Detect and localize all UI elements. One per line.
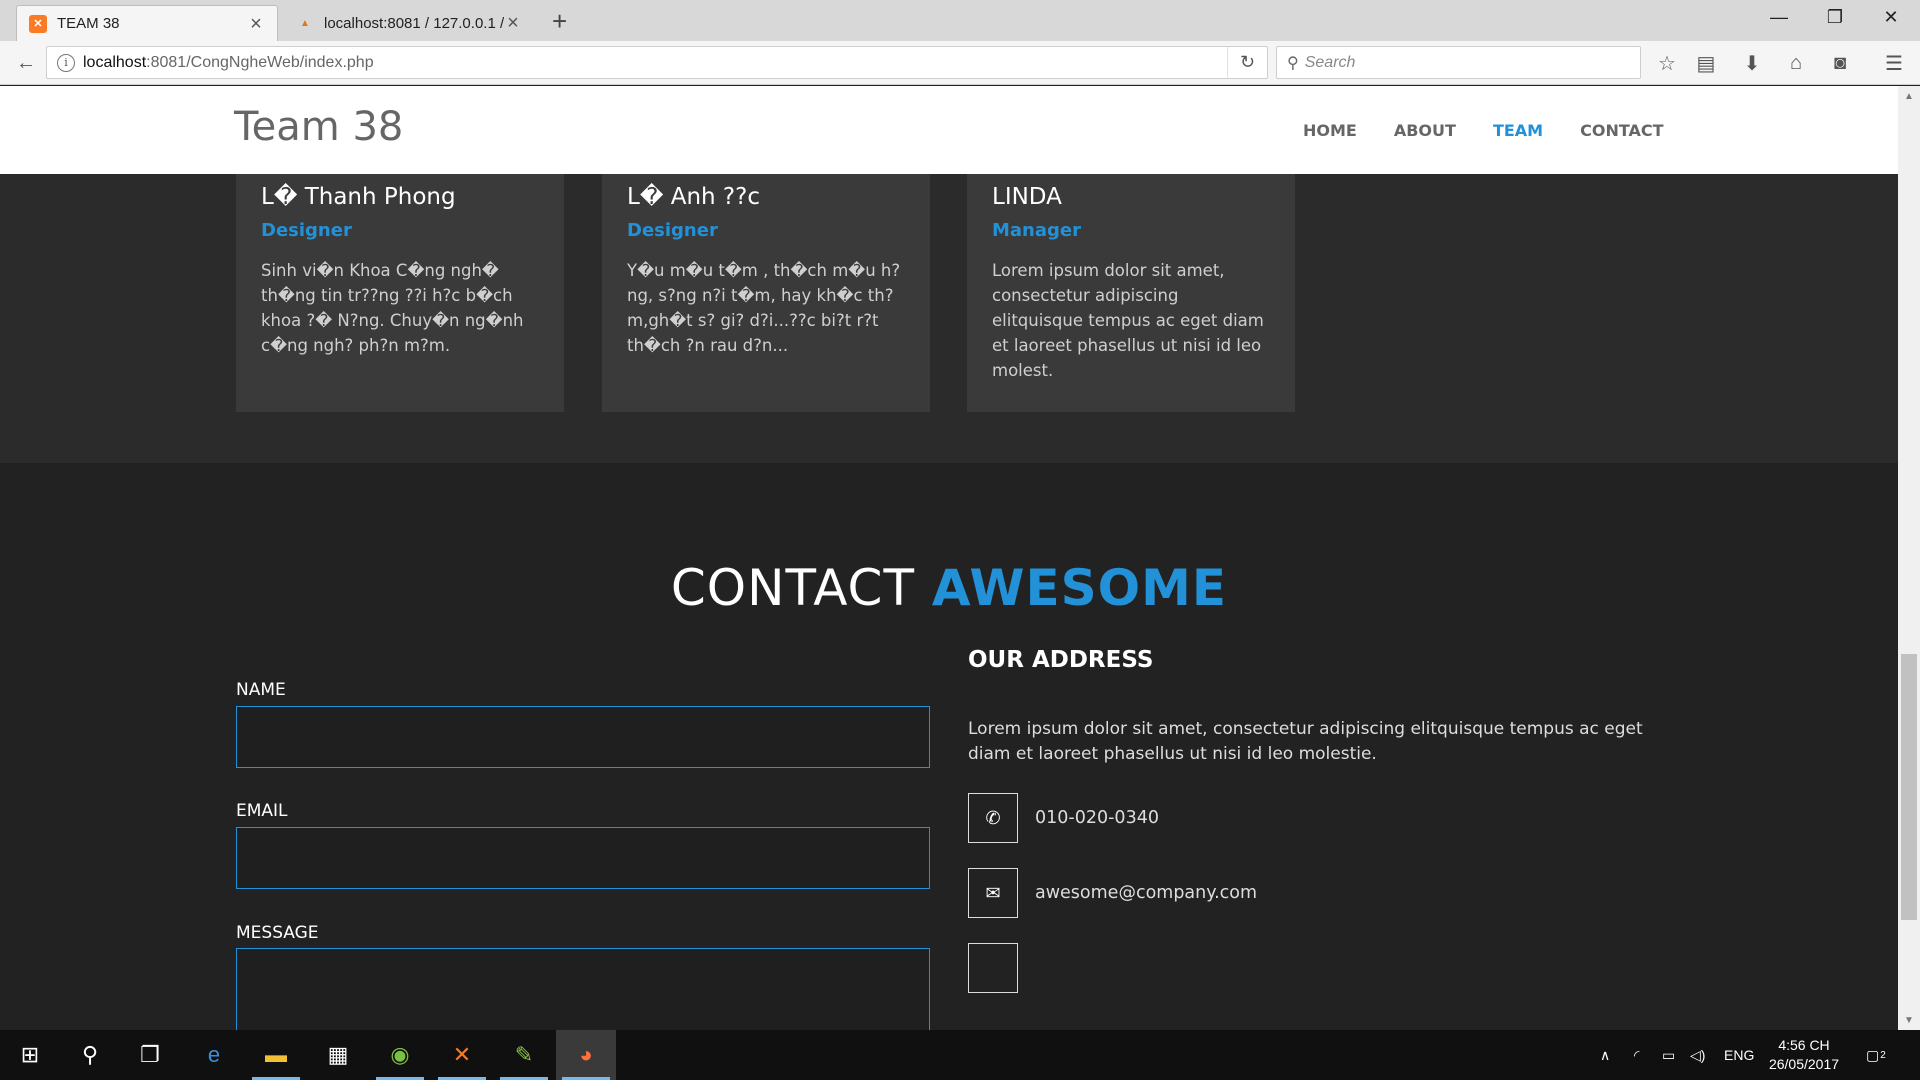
file-explorer-icon[interactable]: ▬ xyxy=(246,1030,306,1080)
minimize-button[interactable]: — xyxy=(1756,0,1802,34)
site-header: Team 38 HOME ABOUT TEAM CONTACT xyxy=(0,86,1898,174)
member-role: Manager xyxy=(992,220,1081,241)
windows-taskbar: ⊞ ⚲ ❐ e ▬ ▦ ◉ ✕ ✎ ◕ ∧ ◜ ▭ ◁) ENG 4:56 CH… xyxy=(0,1030,1920,1080)
address-title: OUR ADDRESS xyxy=(968,647,1154,673)
map-marker-icon xyxy=(968,943,1018,993)
clock-date: 26/05/2017 xyxy=(1768,1056,1840,1072)
pocket-icon[interactable]: ◙ xyxy=(1824,48,1856,78)
coccoc-icon[interactable]: ◉ xyxy=(370,1030,430,1080)
menu-item-contact[interactable]: CONTACT xyxy=(1580,121,1663,140)
phone-row: ✆ 010-020-0340 xyxy=(968,793,1159,843)
bookmark-star-icon[interactable]: ☆ xyxy=(1651,48,1683,78)
message-label: MESSAGE xyxy=(236,923,319,943)
search-input[interactable]: ⚲ Search xyxy=(1276,46,1641,79)
home-icon[interactable]: ⌂ xyxy=(1780,48,1812,78)
member-name: LINDA xyxy=(992,184,1062,210)
task-view-icon[interactable]: ❐ xyxy=(120,1030,180,1080)
notepad-plus-icon[interactable]: ✎ xyxy=(494,1030,554,1080)
search-icon: ⚲ xyxy=(1287,54,1299,72)
firefox-icon[interactable]: ◕ xyxy=(556,1030,616,1080)
reload-icon[interactable]: ↻ xyxy=(1227,47,1267,78)
close-window-button[interactable]: ✕ xyxy=(1868,0,1914,34)
site-brand[interactable]: Team 38 xyxy=(234,104,403,150)
web-page: Team 38 HOME ABOUT TEAM CONTACT L� Thanh… xyxy=(0,86,1898,1030)
system-clock[interactable]: 4:56 CH 26/05/2017 xyxy=(1758,1036,1850,1074)
member-description: Lorem ipsum dolor sit amet, consectetur … xyxy=(992,261,1264,380)
contact-section: CONTACT AWESOME NAME EMAIL MESSAGE OUR A… xyxy=(0,463,1898,1030)
name-label: NAME xyxy=(236,680,286,700)
email-address: awesome@company.com xyxy=(1035,883,1258,903)
show-hidden-icons[interactable]: ∧ xyxy=(1600,1030,1610,1080)
team-section: L� Thanh Phong Designer Sinh vi�n Khoa C… xyxy=(0,174,1898,463)
scrollbar-thumb[interactable] xyxy=(1901,654,1917,920)
battery-icon[interactable]: ▭ xyxy=(1662,1030,1675,1080)
email-label: EMAIL xyxy=(236,801,288,821)
network-icon[interactable]: ◜ xyxy=(1634,1030,1639,1080)
url-host: localhost xyxy=(83,53,147,71)
search-icon[interactable]: ⚲ xyxy=(60,1030,120,1080)
contact-title-main: CONTACT xyxy=(670,559,915,617)
member-name: L� Thanh Phong xyxy=(261,184,456,210)
page-scrollbar[interactable]: ▲ ▼ xyxy=(1898,86,1920,1030)
restore-button[interactable]: ❐ xyxy=(1812,0,1858,34)
phpmyadmin-icon: ▲ xyxy=(300,17,310,29)
phone-icon: ✆ xyxy=(968,793,1018,843)
location-row xyxy=(968,943,1018,993)
notification-count: 2 xyxy=(1880,1049,1886,1061)
name-field[interactable] xyxy=(236,706,930,768)
site-menu: HOME ABOUT TEAM CONTACT xyxy=(1266,121,1664,140)
action-center-icon[interactable]: ▢ 2 xyxy=(1866,1030,1886,1080)
menu-hamburger-icon[interactable]: ☰ xyxy=(1878,48,1910,78)
scroll-down-icon[interactable]: ▼ xyxy=(1898,1010,1920,1030)
member-name: L� Anh ??c xyxy=(627,184,760,210)
contact-title: CONTACT AWESOME xyxy=(0,559,1898,617)
member-role: Designer xyxy=(627,220,718,241)
url-path: :8081/CongNgheWeb/index.php xyxy=(146,53,374,71)
phone-number: 010-020-0340 xyxy=(1035,808,1159,828)
tab-title: TEAM 38 xyxy=(57,15,120,32)
member-role: Designer xyxy=(261,220,352,241)
back-arrow-icon[interactable]: ← xyxy=(10,48,42,78)
tab-team-38[interactable]: ✕ TEAM 38 × xyxy=(16,5,278,41)
message-field[interactable] xyxy=(236,948,930,1030)
store-icon[interactable]: ▦ xyxy=(308,1030,368,1080)
close-tab-icon[interactable]: × xyxy=(504,13,522,33)
close-tab-icon[interactable]: × xyxy=(247,14,265,34)
team-card: L� Anh ??c Designer Y�u m�u t�m , th�ch … xyxy=(602,174,930,412)
email-field[interactable] xyxy=(236,827,930,889)
tab-phpmyadmin[interactable]: ▲ localhost:8081 / 127.0.0.1 / c × xyxy=(284,5,534,41)
search-placeholder: Search xyxy=(1304,53,1356,71)
contact-title-highlight: AWESOME xyxy=(931,559,1228,617)
windows-start-icon[interactable]: ⊞ xyxy=(0,1030,60,1080)
downloads-icon[interactable]: ⬇ xyxy=(1736,48,1768,78)
library-icon[interactable]: ▤ xyxy=(1690,48,1722,78)
scroll-up-icon[interactable]: ▲ xyxy=(1898,86,1920,106)
team-card: LINDA Manager Lorem ipsum dolor sit amet… xyxy=(967,174,1295,412)
address-text: Lorem ipsum dolor sit amet, consectetur … xyxy=(968,719,1643,764)
tab-title: localhost:8081 / 127.0.0.1 / c xyxy=(324,14,504,32)
clock-time: 4:56 CH xyxy=(1778,1037,1830,1053)
envelope-icon: ✉ xyxy=(968,868,1018,918)
volume-icon[interactable]: ◁) xyxy=(1690,1030,1705,1080)
site-info-icon[interactable]: i xyxy=(57,53,75,72)
email-row: ✉ awesome@company.com xyxy=(968,868,1257,918)
menu-item-team[interactable]: TEAM xyxy=(1493,121,1543,140)
xampp-icon: ✕ xyxy=(29,14,47,33)
browser-navigation-bar: ← i localhost:8081/CongNgheWeb/index.php… xyxy=(0,41,1920,85)
browser-tab-bar: ✕ TEAM 38 × ▲ localhost:8081 / 127.0.0.1… xyxy=(0,0,1920,41)
menu-item-home[interactable]: HOME xyxy=(1303,121,1357,140)
edge-browser-icon[interactable]: e xyxy=(184,1030,244,1080)
address-bar[interactable]: i localhost:8081/CongNgheWeb/index.php ↻ xyxy=(46,46,1268,79)
member-description: Y�u m�u t�m , th�ch m�u h?ng, s?ng n?i t… xyxy=(627,261,901,355)
member-description: Sinh vi�n Khoa C�ng ngh� th�ng tin tr??n… xyxy=(261,261,524,355)
team-card: L� Thanh Phong Designer Sinh vi�n Khoa C… xyxy=(236,174,564,412)
menu-item-about[interactable]: ABOUT xyxy=(1394,121,1456,140)
xampp-icon[interactable]: ✕ xyxy=(432,1030,492,1080)
url-text: localhost:8081/CongNgheWeb/index.php xyxy=(83,54,1227,72)
language-indicator[interactable]: ENG xyxy=(1724,1030,1754,1080)
new-tab-button[interactable]: + xyxy=(552,6,567,36)
